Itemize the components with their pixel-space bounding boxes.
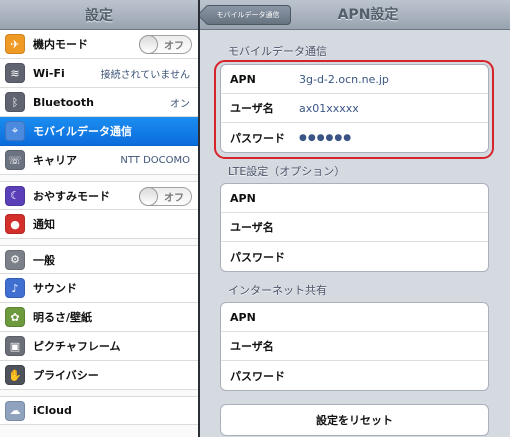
- highlight-annotation: [214, 60, 494, 159]
- notification-icon: ●: [5, 214, 25, 234]
- speaker-icon: ♪: [5, 278, 25, 298]
- tethering-username-label: ユーザ名: [230, 340, 274, 353]
- bluetooth-icon: ᛒ: [5, 92, 25, 112]
- sidebar-item-label: キャリア: [33, 154, 77, 167]
- sidebar-item-label: 通知: [33, 218, 55, 231]
- sidebar-item-bluetooth[interactable]: ᛒ Bluetooth オン: [0, 88, 198, 117]
- lte-username-label: ユーザ名: [230, 221, 274, 234]
- sidebar-item-label: 一般: [33, 253, 55, 267]
- hand-icon: ✋: [5, 365, 25, 385]
- toggle-knob: [139, 187, 158, 206]
- sidebar-item-label: ピクチャフレーム: [33, 340, 121, 353]
- lte-password-label: パスワード: [230, 250, 285, 264]
- sidebar-item-value: オン: [170, 98, 190, 110]
- sidebar-item-label: サウンド: [33, 282, 77, 295]
- tethering-username-row[interactable]: ユーザ名: [221, 332, 488, 361]
- flower-icon: ✿: [5, 307, 25, 327]
- lte-group: APN ユーザ名 パスワード: [220, 183, 489, 272]
- sidebar-item-label: プライバシー: [33, 369, 99, 382]
- sidebar-item-icloud[interactable]: ☁ iCloud: [0, 396, 198, 425]
- sidebar-item-notifications[interactable]: ● 通知: [0, 210, 198, 239]
- detail-nav-bar: APN設定 モバイルデータ通信: [200, 0, 510, 30]
- section-header-tethering: インターネット共有: [228, 284, 327, 297]
- sidebar-item-carrier[interactable]: ☏ キャリア NTT DOCOMO: [0, 146, 198, 175]
- sidebar-item-label: モバイルデータ通信: [33, 125, 132, 138]
- tethering-password-row[interactable]: パスワード: [221, 361, 488, 390]
- sidebar-item-brightness[interactable]: ✿ 明るさ/壁紙: [0, 303, 198, 332]
- sidebar-item-label: Wi-Fi: [33, 66, 65, 80]
- sidebar-item-airplane[interactable]: ✈ 機内モード オフ: [0, 30, 198, 59]
- lte-apn-label: APN: [230, 191, 256, 205]
- cloud-icon: ☁: [5, 400, 25, 421]
- tethering-password-label: パスワード: [230, 369, 285, 383]
- sidebar-item-do-not-disturb[interactable]: ☾ おやすみモード オフ: [0, 181, 198, 210]
- moon-icon: ☾: [5, 185, 25, 206]
- gear-icon: ⚙: [5, 249, 25, 270]
- sidebar-item-label: 明るさ/壁紙: [33, 311, 93, 324]
- sidebar-item-value: NTT DOCOMO: [120, 154, 190, 166]
- sidebar-item-privacy[interactable]: ✋ プライバシー: [0, 361, 198, 390]
- airplane-icon: ✈: [5, 34, 25, 54]
- sidebar-item-mobile-data[interactable]: ⌖ モバイルデータ通信: [0, 117, 198, 146]
- picture-frame-icon: ▣: [5, 336, 25, 356]
- reset-settings-button[interactable]: 設定をリセット: [220, 404, 489, 436]
- section-header-lte: LTE設定（オプション）: [228, 165, 346, 178]
- section-header-mobile: モバイルデータ通信: [228, 45, 327, 58]
- apn-settings-panel: APN設定 モバイルデータ通信 モバイルデータ通信 APN 3g-d-2.ocn…: [200, 0, 510, 437]
- lte-username-row[interactable]: ユーザ名: [221, 213, 488, 242]
- settings-sidebar: 設定 ✈ 機内モード オフ ≋ Wi-Fi 接続されていません ᛒ Bluetooth オン ⌖ モ…: [0, 0, 198, 437]
- tethering-group: APN ユーザ名 パスワード: [220, 302, 489, 391]
- tethering-apn-row[interactable]: APN: [221, 303, 488, 332]
- sidebar-item-general[interactable]: ⚙ 一般: [0, 245, 198, 274]
- sidebar-item-label: 機内モード: [33, 38, 88, 51]
- sidebar-item-label: おやすみモード: [33, 189, 110, 203]
- antenna-icon: ⌖: [5, 121, 25, 141]
- sidebar-item-label: iCloud: [33, 404, 72, 417]
- sidebar-item-wifi[interactable]: ≋ Wi-Fi 接続されていません: [0, 59, 198, 88]
- toggle-state-label: オフ: [164, 193, 184, 204]
- sidebar-title: 設定: [85, 7, 113, 24]
- sidebar-item-label: Bluetooth: [33, 95, 94, 109]
- sidebar-item-value: 接続されていません: [100, 69, 190, 81]
- sidebar-item-picture-frame[interactable]: ▣ ピクチャフレーム: [0, 332, 198, 361]
- sidebar-nav-bar: 設定: [0, 0, 198, 30]
- airplane-toggle[interactable]: オフ: [139, 35, 192, 54]
- toggle-state-label: オフ: [164, 41, 184, 52]
- do-not-disturb-toggle[interactable]: オフ: [139, 187, 192, 206]
- toggle-knob: [139, 35, 158, 54]
- lte-apn-row[interactable]: APN: [221, 184, 488, 213]
- sidebar-item-sounds[interactable]: ♪ サウンド: [0, 274, 198, 303]
- sidebar-list: ✈ 機内モード オフ ≋ Wi-Fi 接続されていません ᛒ Bluetooth オン ⌖ モバイル…: [0, 30, 198, 425]
- phone-icon: ☏: [5, 150, 25, 170]
- back-button[interactable]: モバイルデータ通信: [205, 5, 291, 25]
- wifi-icon: ≋: [5, 63, 25, 83]
- lte-password-row[interactable]: パスワード: [221, 242, 488, 271]
- tethering-apn-label: APN: [230, 310, 256, 324]
